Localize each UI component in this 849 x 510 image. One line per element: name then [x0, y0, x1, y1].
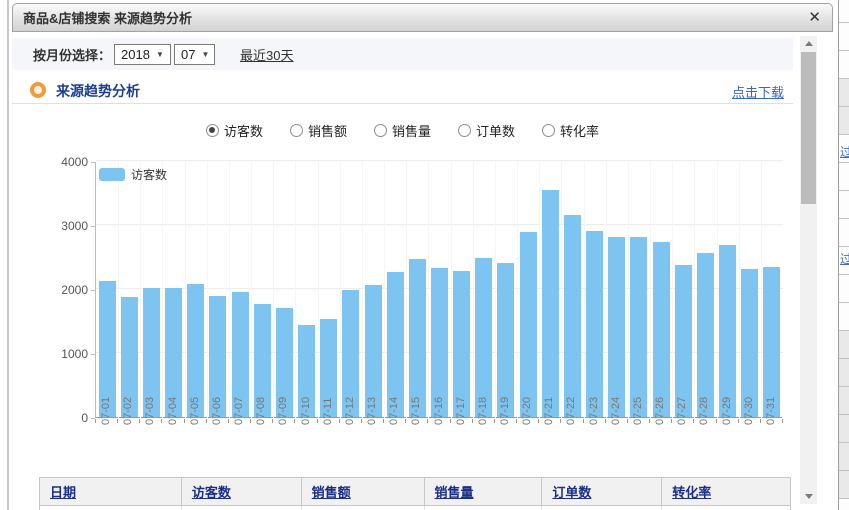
table-cell — [40, 506, 182, 510]
month-filter-toolbar: 按月份选择： 2018 ▼ 07 ▼ 最近30天 — [12, 38, 793, 70]
download-link[interactable]: 点击下载 — [732, 82, 784, 101]
legend-swatch — [99, 168, 125, 181]
triangle-up-icon — [805, 41, 813, 46]
year-select[interactable]: 2018 ▼ — [114, 44, 171, 65]
metric-radio-visitors[interactable]: 访客数 — [206, 121, 263, 140]
bar-07-21[interactable] — [542, 190, 559, 417]
dialog-titlebar[interactable]: 商品&店铺搜索 来源趋势分析 ✕ — [12, 3, 833, 32]
bar-07-15[interactable] — [409, 259, 426, 417]
radio-icon — [542, 124, 555, 137]
recent-30-days-link[interactable]: 最近30天 — [240, 45, 293, 64]
table-cell — [302, 506, 425, 510]
chart-legend[interactable]: 访客数 — [99, 166, 167, 183]
background-peek-link[interactable]: 过 — [840, 250, 849, 267]
metric-radio-sales-amount[interactable]: 销售额 — [290, 121, 347, 140]
table-header-row: 日期访客数销售额销售量订单数转化率 — [40, 478, 790, 505]
scroll-down-button[interactable] — [800, 489, 817, 504]
detail-table: 日期访客数销售额销售量订单数转化率 — [39, 477, 791, 510]
radio-icon — [374, 124, 387, 137]
bar-07-18[interactable] — [475, 258, 492, 417]
y-axis-label: 0 — [30, 411, 88, 425]
bar-07-29[interactable] — [719, 245, 736, 417]
y-axis-label: 1000 — [30, 347, 88, 361]
page: 过 过 商品&店铺搜索 来源趋势分析 ✕ 按月份选择： 2018 ▼ 07 ▼ … — [0, 0, 849, 510]
table-row — [40, 505, 790, 510]
section-title: 来源趋势分析 — [56, 81, 140, 101]
bar-07-24[interactable] — [608, 237, 625, 417]
month-select-value: 07 — [181, 47, 195, 62]
bar-07-23[interactable] — [586, 231, 603, 417]
bar-07-28[interactable] — [697, 253, 714, 417]
table-header-cell[interactable]: 订单数 — [542, 478, 662, 505]
background-page-edge — [7, 0, 9, 510]
radio-icon — [290, 124, 303, 137]
scroll-up-button[interactable] — [800, 36, 817, 51]
y-axis-label: 4000 — [30, 155, 88, 169]
radio-icon — [458, 124, 471, 137]
bullet-ring-icon — [30, 82, 46, 98]
table-cell — [425, 506, 543, 510]
background-table-peek: 过 过 — [838, 0, 849, 510]
background-peek-link[interactable]: 过 — [840, 143, 849, 160]
table-cell — [662, 506, 790, 510]
bar-07-17[interactable] — [453, 271, 470, 417]
bar-07-27[interactable] — [675, 265, 692, 417]
metric-radio-conversion[interactable]: 转化率 — [542, 121, 599, 140]
table-header-cell[interactable]: 日期 — [40, 478, 182, 505]
bar-07-26[interactable] — [653, 242, 670, 417]
chart-plot — [95, 162, 782, 418]
section-header: 来源趋势分析 点击下载 — [12, 78, 793, 104]
table-header-cell[interactable]: 销售额 — [302, 478, 425, 505]
bar-07-20[interactable] — [520, 232, 537, 417]
table-header-cell[interactable]: 转化率 — [662, 478, 790, 505]
close-icon[interactable]: ✕ — [808, 9, 821, 27]
month-select-label: 按月份选择： — [33, 45, 111, 64]
bar-07-22[interactable] — [564, 215, 581, 417]
bar-07-19[interactable] — [497, 263, 514, 417]
y-axis-label: 2000 — [30, 283, 88, 297]
dialog-scrollbar[interactable] — [800, 36, 817, 504]
table-cell — [542, 506, 662, 510]
table-header-cell[interactable]: 销售量 — [425, 478, 543, 505]
bar-07-30[interactable] — [741, 269, 758, 417]
trend-analysis-dialog: 商品&店铺搜索 来源趋势分析 ✕ 按月份选择： 2018 ▼ 07 ▼ 最近30… — [10, 0, 838, 510]
table-header-cell[interactable]: 访客数 — [182, 478, 302, 505]
legend-label: 访客数 — [131, 166, 167, 183]
bar-07-31[interactable] — [763, 267, 780, 417]
month-select[interactable]: 07 ▼ — [174, 44, 215, 65]
chevron-down-icon: ▼ — [156, 50, 164, 59]
table-cell — [182, 506, 302, 510]
y-axis-label: 3000 — [30, 219, 88, 233]
metric-radio-sales-volume[interactable]: 销售量 — [374, 121, 431, 140]
metric-radio-group: 访客数 销售额 销售量 订单数 转化率 — [12, 119, 793, 141]
triangle-down-icon — [805, 494, 813, 499]
radio-icon — [206, 124, 219, 137]
bar-07-16[interactable] — [431, 268, 448, 417]
dialog-title: 商品&店铺搜索 来源趋势分析 — [23, 8, 192, 27]
bar-07-25[interactable] — [630, 237, 647, 417]
chevron-down-icon: ▼ — [201, 50, 209, 59]
bar-07-14[interactable] — [387, 272, 404, 417]
metric-radio-orders[interactable]: 订单数 — [458, 121, 515, 140]
trend-bar-chart: 访客数 0100020003000400007-0107-0207-0307-0… — [30, 153, 800, 473]
scrollbar-thumb[interactable] — [801, 52, 816, 204]
year-select-value: 2018 — [121, 47, 150, 62]
